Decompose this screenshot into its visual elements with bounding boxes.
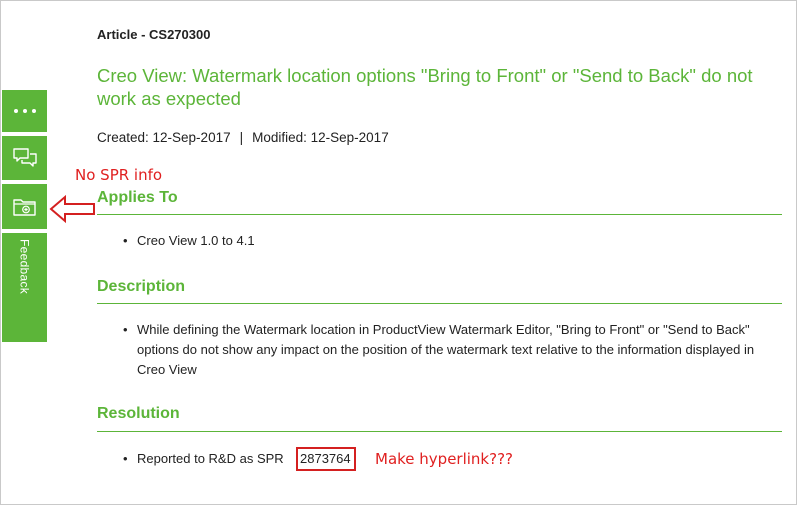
folder-add-icon: [12, 198, 36, 216]
feedback-label: Feedback: [17, 239, 32, 295]
more-dots-icon: [13, 109, 36, 113]
article-page: Feedback No SPR info Article - CS270300 …: [0, 0, 797, 505]
annotation-no-spr: No SPR info: [75, 166, 163, 184]
description-heading: Description: [97, 278, 186, 295]
chat-bubbles-icon: [12, 148, 37, 167]
more-options-button[interactable]: [2, 90, 47, 132]
applies-to-divider: [97, 214, 782, 215]
spr-number[interactable]: 2873764: [300, 451, 351, 466]
chat-button[interactable]: [2, 136, 47, 180]
applies-to-item: • Creo View 1.0 to 4.1: [123, 231, 763, 251]
annotation-make-hyperlink: Make hyperlink???: [375, 450, 513, 468]
bullet-dot: •: [123, 451, 128, 466]
description-text: While defining the Watermark location in…: [137, 322, 755, 377]
feedback-tab[interactable]: Feedback: [2, 233, 47, 342]
modified-date: Modified: 12-Sep-2017: [252, 130, 389, 145]
bullet-dot: •: [123, 233, 128, 248]
bullet-dot: •: [123, 322, 128, 337]
applies-to-heading: Applies To: [97, 189, 178, 206]
description-item: • While defining the Watermark location …: [123, 320, 773, 380]
applies-to-text: Creo View 1.0 to 4.1: [137, 233, 255, 248]
resolution-heading: Resolution: [97, 405, 180, 422]
created-date: Created: 12-Sep-2017: [97, 130, 231, 145]
article-dates: Created: 12-Sep-2017 | Modified: 12-Sep-20…: [97, 130, 389, 145]
article-title: Creo View: Watermark location options "B…: [97, 65, 753, 109]
description-divider: [97, 303, 782, 304]
resolution-divider: [97, 431, 782, 432]
meta-separator: |: [239, 130, 244, 145]
folder-add-button[interactable]: [2, 184, 47, 229]
resolution-item: • Reported to R&D as SPR: [123, 449, 284, 469]
resolution-text: Reported to R&D as SPR: [137, 451, 284, 466]
red-arrow-icon: [49, 194, 95, 224]
article-id: Article - CS270300: [97, 27, 211, 42]
